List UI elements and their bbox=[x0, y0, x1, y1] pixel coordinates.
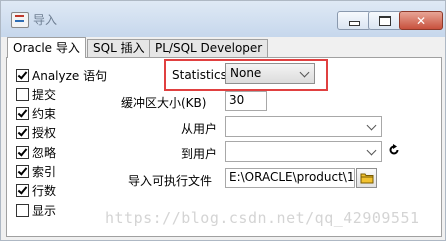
annotation-highlight-box bbox=[164, 59, 328, 91]
option-label: Analyze 语句 bbox=[32, 68, 108, 83]
close-button[interactable]: ✕ bbox=[399, 11, 443, 30]
title-bar[interactable]: 导入 ✕ bbox=[1, 1, 445, 37]
tab-sql-insert[interactable]: SQL 插入 bbox=[87, 39, 151, 57]
close-icon: ✕ bbox=[415, 13, 427, 28]
option-commit[interactable]: 提交 bbox=[16, 86, 56, 102]
rows-checkbox[interactable] bbox=[16, 183, 29, 197]
to-user-label: 到用户 bbox=[181, 147, 218, 161]
grants-checkbox[interactable] bbox=[16, 125, 29, 139]
option-ignore[interactable]: 忽略 bbox=[16, 144, 56, 160]
option-label: 忽略 bbox=[32, 145, 57, 160]
option-label: 提交 bbox=[32, 87, 57, 102]
option-label: 显示 bbox=[32, 203, 57, 218]
show-checkbox[interactable] bbox=[16, 203, 29, 217]
option-indexes[interactable]: 索引 bbox=[16, 163, 56, 179]
tab-plsql-developer[interactable]: PL/SQL Developer bbox=[149, 39, 269, 57]
window-title: 导入 bbox=[33, 13, 58, 27]
to-user-select[interactable] bbox=[225, 141, 382, 162]
refresh-icon[interactable] bbox=[388, 144, 400, 156]
option-constraints[interactable]: 约束 bbox=[16, 105, 56, 121]
ignore-checkbox[interactable] bbox=[16, 145, 29, 159]
maximize-button[interactable] bbox=[368, 11, 402, 30]
minimize-button[interactable] bbox=[337, 11, 371, 30]
chevron-down-icon bbox=[366, 120, 377, 131]
from-user-label: 从用户 bbox=[181, 122, 218, 136]
option-analyze[interactable]: Analyze 语句 bbox=[16, 67, 107, 83]
browse-button[interactable] bbox=[356, 168, 377, 188]
option-label: 索引 bbox=[32, 164, 57, 179]
minimize-icon bbox=[348, 21, 360, 26]
option-label: 约束 bbox=[32, 106, 57, 121]
import-exe-input[interactable]: E:\ORACLE\product\11. bbox=[225, 168, 355, 188]
import-dialog: 导入 ✕ Oracle 导入 SQL 插入 PL/SQL Developer A… bbox=[0, 0, 446, 241]
from-user-select[interactable] bbox=[225, 116, 382, 137]
option-label: 行数 bbox=[32, 183, 57, 198]
import-exe-label: 导入可执行文件 bbox=[128, 174, 213, 188]
tab-oracle-import[interactable]: Oracle 导入 bbox=[7, 37, 86, 58]
app-icon bbox=[11, 12, 29, 28]
folder-icon bbox=[360, 173, 374, 184]
option-rows[interactable]: 行数 bbox=[16, 182, 56, 198]
maximize-icon bbox=[379, 15, 391, 26]
indexes-checkbox[interactable] bbox=[16, 164, 29, 178]
buffer-size-label: 缓冲区大小(KB) bbox=[121, 96, 207, 110]
watermark: https://blog.csdn.net/qq_42909551 bbox=[105, 209, 420, 227]
buffer-size-input[interactable]: 30 bbox=[225, 91, 267, 111]
constraints-checkbox[interactable] bbox=[16, 106, 29, 120]
option-show[interactable]: 显示 bbox=[16, 202, 56, 218]
option-label: 授权 bbox=[32, 125, 57, 140]
option-grants[interactable]: 授权 bbox=[16, 124, 56, 140]
commit-checkbox[interactable] bbox=[16, 87, 29, 101]
chevron-down-icon bbox=[366, 145, 377, 156]
analyze-checkbox[interactable] bbox=[16, 68, 29, 82]
